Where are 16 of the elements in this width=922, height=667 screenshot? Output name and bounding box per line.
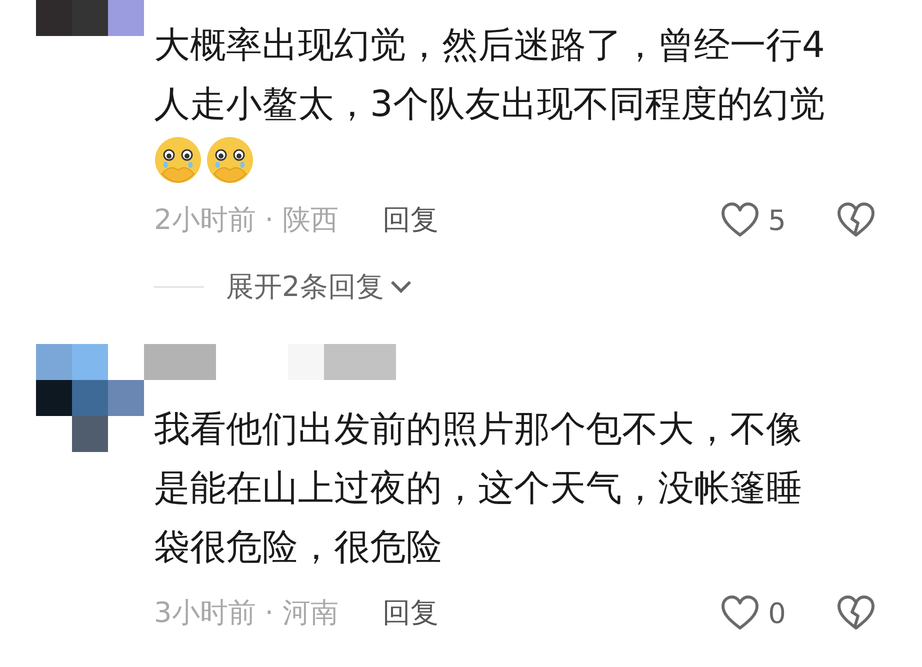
reply-button[interactable]: 回复 [382,594,439,632]
like-count: 5 [768,204,786,236]
chevron-down-icon [390,280,412,294]
heart-icon[interactable] [720,201,760,239]
crying-emoji-icon [154,136,202,184]
like-count: 0 [768,596,786,630]
broken-heart-icon[interactable] [836,201,876,239]
expand-replies-link[interactable]: 展开2条回复 [226,268,412,306]
comment-text: 我看他们出发前的照片那个包不大，不像是能在山上过夜的，这个天气，没帐篷睡袋很危险，很危险 [154,408,803,570]
reply-button[interactable]: 回复 [382,201,439,239]
crying-emoji-icon [206,136,254,184]
broken-heart-icon[interactable] [836,594,876,632]
comment-text: 大概率出现幻觉，然后迷路了，曾经一行4人走小鳌太，3个队友出现不同程度的幻觉 [154,24,826,127]
comment-time: 3小时前 · 河南 [154,595,339,631]
comment-time: 2小时前 · 陕西 [154,202,339,238]
heart-icon[interactable] [720,594,760,632]
